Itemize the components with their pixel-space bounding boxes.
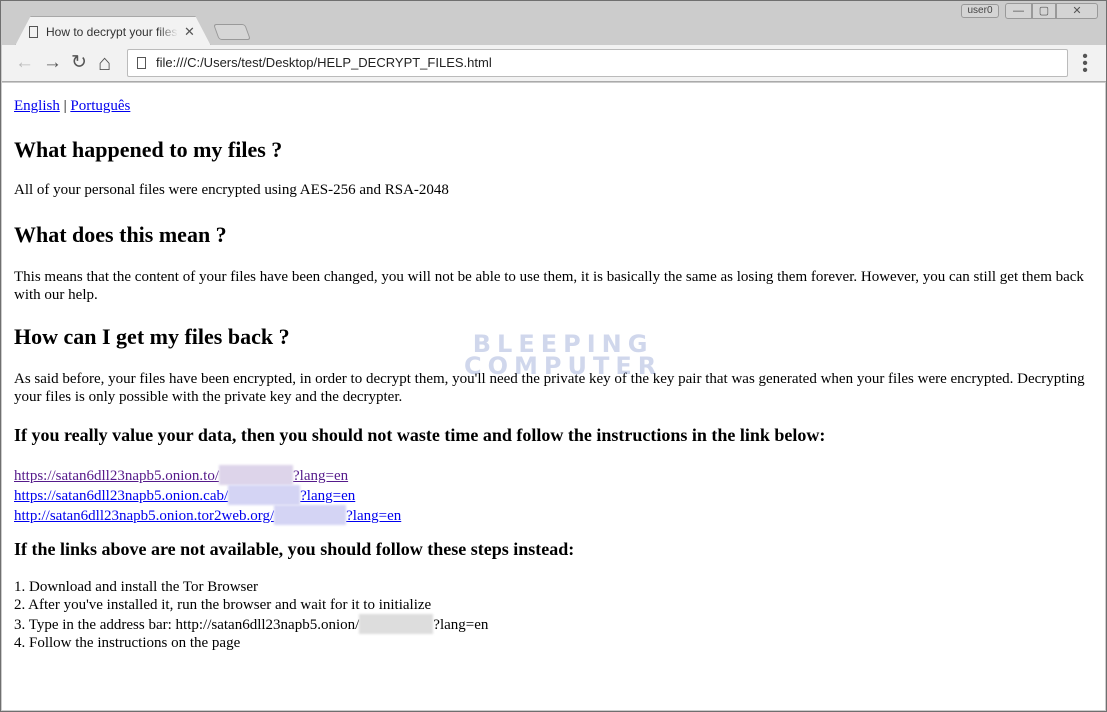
address-bar[interactable]: file:///C:/Users/test/Desktop/HELP_DECRY… (127, 49, 1068, 77)
toolbar: ← → ↻ ⌂ file:///C:/Users/test/Desktop/HE… (2, 45, 1106, 82)
browser-window: user0 — ▢ ✕ How to decrypt your files ✕ … (0, 0, 1107, 712)
steps-list: 1. Download and install the Tor Browser … (14, 578, 488, 652)
step: 3. Type in the address bar: http://satan… (14, 614, 488, 634)
heading-what-mean: What does this mean ? (14, 222, 227, 247)
onion-link[interactable]: http://satan6dll23napb5.onion.tor2web.or… (14, 505, 401, 525)
url-text: file:///C:/Users/test/Desktop/HELP_DECRY… (156, 55, 492, 70)
close-window-button[interactable]: ✕ (1056, 3, 1098, 19)
window-controls: — ▢ ✕ (1005, 3, 1098, 19)
paragraph-meaning: This means that the content of your file… (14, 269, 1084, 303)
tab-close-icon[interactable]: ✕ (184, 24, 195, 40)
forward-icon[interactable]: → (43, 53, 62, 73)
onion-link[interactable]: https://satan6dll23napb5.onion.to/?lang=… (14, 465, 348, 485)
page-content: English | Português What happened to my … (2, 83, 1105, 710)
document-icon (29, 26, 38, 38)
home-icon[interactable]: ⌂ (98, 52, 111, 74)
onion-links: https://satan6dll23napb5.onion.to/?lang=… (14, 465, 401, 525)
reload-icon[interactable]: ↻ (71, 53, 87, 73)
language-links: English | Português (14, 98, 130, 115)
onion-link[interactable]: https://satan6dll23napb5.onion.cab/?lang… (14, 485, 355, 505)
tab-title: How to decrypt your files (46, 25, 178, 39)
minimize-button[interactable]: — (1005, 3, 1032, 19)
maximize-button[interactable]: ▢ (1032, 3, 1056, 19)
heading-get-back: How can I get my files back ? (14, 324, 290, 349)
heading-what-happened: What happened to my files ? (14, 137, 283, 162)
watermark: BLEEPING COMPUTER (464, 330, 663, 380)
english-link[interactable]: English (14, 98, 60, 114)
step: 4. Follow the instructions on the page (14, 635, 241, 651)
user-badge[interactable]: user0 (961, 4, 999, 18)
portuguese-link[interactable]: Português (70, 98, 130, 114)
new-tab-button[interactable] (213, 24, 251, 40)
page-icon (137, 57, 146, 69)
step: 1. Download and install the Tor Browser (14, 579, 259, 595)
tab-content[interactable]: How to decrypt your files ✕ (29, 21, 207, 43)
step: 2. After you've installed it, run the br… (14, 597, 432, 613)
heading-links: If you really value your data, then you … (14, 425, 826, 445)
menu-icon[interactable]: • • • (1080, 49, 1090, 79)
heading-steps: If the links above are not available, yo… (14, 539, 575, 559)
separator: | (59, 98, 71, 114)
paragraph-encrypted: All of your personal files were encrypte… (14, 182, 449, 198)
back-icon[interactable]: ← (15, 53, 34, 73)
